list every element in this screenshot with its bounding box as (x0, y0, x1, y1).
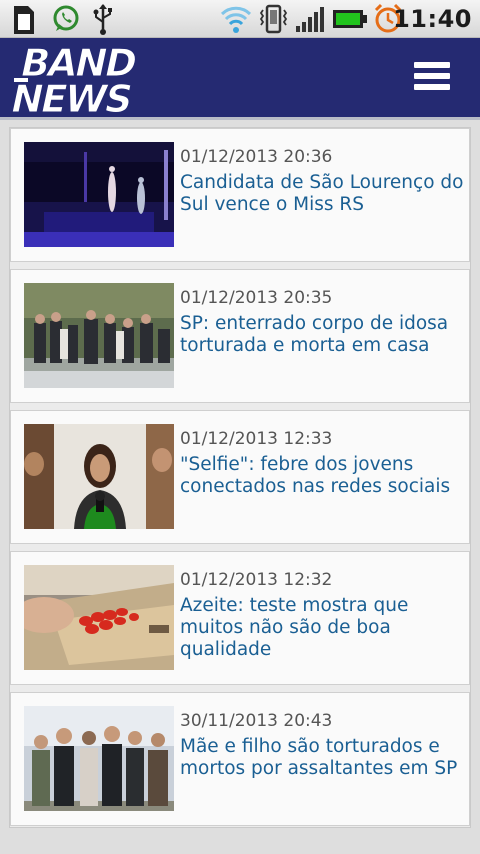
news-item[interactable]: 01/12/2013 12:33 "Selfie": febre dos jov… (10, 410, 470, 544)
sim-card-icon (14, 6, 34, 34)
usb-icon (93, 4, 112, 35)
news-date: 30/11/2013 20:43 (180, 711, 333, 731)
news-date: 01/12/2013 20:35 (180, 288, 333, 308)
signal-icon (296, 7, 324, 32)
svg-text:NEWS: NEWS (8, 77, 135, 118)
battery-icon (333, 10, 367, 28)
news-list: 01/12/2013 20:36 Candidata de São Louren… (9, 127, 471, 828)
hamburger-menu-icon[interactable] (414, 62, 450, 94)
status-bar: 11:40 (0, 0, 480, 38)
news-thumbnail (24, 283, 174, 388)
news-title[interactable]: Candidata de São Lourenço do Sul vence o… (180, 172, 468, 216)
news-title[interactable]: "Selfie": febre dos jovens conectados na… (180, 454, 468, 498)
news-thumbnail (24, 424, 174, 529)
news-thumbnail (24, 565, 174, 670)
app-header: BAND NEWS (0, 38, 480, 120)
whatsapp-icon (53, 5, 79, 31)
news-title[interactable]: SP: enterrado corpo de idosa torturada e… (180, 313, 468, 357)
news-date: 01/12/2013 20:36 (180, 147, 333, 167)
wifi-icon (220, 6, 252, 33)
news-thumbnail (24, 142, 174, 247)
news-item[interactable]: 30/11/2013 20:43 Mãe e filho são tortura… (10, 692, 470, 826)
news-title[interactable]: Azeite: teste mostra que muitos não são … (180, 595, 468, 661)
news-date: 01/12/2013 12:33 (180, 429, 333, 449)
news-date: 01/12/2013 12:32 (180, 570, 333, 590)
news-thumbnail (24, 706, 174, 811)
news-title[interactable]: Mãe e filho são torturados e mortos por … (180, 736, 468, 780)
vibrate-icon (259, 4, 288, 34)
band-news-logo: BAND NEWS (8, 41, 140, 118)
news-item[interactable]: 01/12/2013 20:36 Candidata de São Louren… (10, 128, 470, 262)
news-item[interactable]: 01/12/2013 20:35 SP: enterrado corpo de … (10, 269, 470, 403)
status-clock: 11:40 (393, 5, 472, 33)
news-item[interactable]: 01/12/2013 12:32 Azeite: teste mostra qu… (10, 551, 470, 685)
